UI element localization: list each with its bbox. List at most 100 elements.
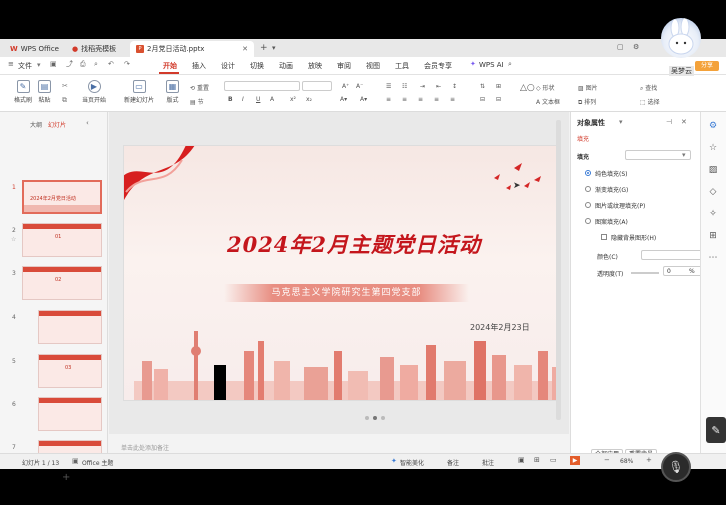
picture-icon[interactable]: ▨ bbox=[707, 164, 719, 176]
subscript-icon[interactable]: x₂ bbox=[306, 96, 312, 103]
align-left-icon[interactable]: ≡ bbox=[386, 96, 391, 103]
chevron-down-icon[interactable]: ▾ bbox=[272, 45, 276, 52]
menu-animation[interactable]: 动画 bbox=[279, 61, 293, 71]
slide-thumbnail-4[interactable] bbox=[38, 310, 102, 344]
font-size-combo[interactable] bbox=[302, 81, 332, 91]
export-icon[interactable]: ⤴ bbox=[66, 61, 73, 68]
tab-wps-office[interactable]: W WPS Office bbox=[4, 41, 65, 57]
textbox-button[interactable]: A 文本框 bbox=[536, 97, 560, 106]
shapes-gallery-icon[interactable]: △○ bbox=[520, 83, 535, 93]
grid-icon[interactable]: ⊞ bbox=[707, 230, 719, 242]
magic-icon[interactable]: ✧ bbox=[707, 208, 719, 220]
superscript-icon[interactable]: x² bbox=[290, 96, 296, 103]
highlight-icon[interactable]: A▾ bbox=[340, 96, 347, 103]
slideshow-icon[interactable]: ▶ bbox=[570, 456, 580, 465]
arrange-button[interactable]: ⧉ 排列 bbox=[578, 97, 596, 107]
new-slide-button[interactable]: ▭ 新建幻灯片 bbox=[124, 80, 154, 104]
section-button[interactable]: ▤ 节 bbox=[190, 97, 204, 106]
font-color-icon[interactable]: A bbox=[270, 96, 274, 103]
fill-tab[interactable]: 填充 bbox=[577, 134, 589, 143]
settings-icon[interactable]: ⚙ bbox=[633, 44, 639, 51]
columns-icon[interactable]: ⊟ bbox=[496, 96, 501, 103]
start-from-current-button[interactable]: ▶ 当页开始 bbox=[82, 80, 106, 104]
menu-review[interactable]: 审阅 bbox=[337, 61, 351, 71]
properties-icon[interactable]: ⚙ bbox=[707, 120, 719, 132]
text-direction-icon[interactable]: ⇅ bbox=[480, 83, 485, 90]
star-icon[interactable]: ☆ bbox=[707, 142, 719, 154]
hide-bg-checkbox[interactable] bbox=[601, 234, 607, 240]
chevron-down-icon[interactable]: ▾ bbox=[619, 119, 623, 126]
bold-icon[interactable]: B bbox=[228, 96, 233, 103]
underline-icon[interactable]: U bbox=[256, 96, 260, 103]
pager-dot[interactable] bbox=[373, 416, 377, 420]
menu-view[interactable]: 视图 bbox=[366, 61, 380, 71]
window-layout-icon[interactable]: ▢ bbox=[617, 44, 624, 51]
layout-button[interactable]: ▦ 版式 bbox=[166, 80, 179, 104]
justify-icon[interactable]: ≡ bbox=[434, 96, 439, 103]
comments-button[interactable]: 批注 bbox=[482, 458, 494, 467]
normal-view-icon[interactable]: ▣ bbox=[518, 457, 525, 464]
solid-fill-radio[interactable] bbox=[585, 170, 591, 176]
bullet-list-icon[interactable]: ☰ bbox=[386, 83, 391, 90]
chevron-down-icon[interactable]: ▾ bbox=[37, 62, 41, 69]
convert-smartart-icon[interactable]: ⊞ bbox=[496, 83, 501, 90]
indent-icon[interactable]: ⇥ bbox=[420, 83, 425, 90]
paste-button[interactable]: ▤ 粘贴 bbox=[38, 80, 51, 104]
line-spacing-icon[interactable]: ↕ bbox=[452, 83, 457, 90]
hamburger-icon[interactable]: ≡ bbox=[8, 61, 14, 68]
zoom-in-icon[interactable]: + bbox=[646, 457, 652, 464]
transparency-slider[interactable] bbox=[631, 272, 659, 274]
menu-member[interactable]: 会员专享 bbox=[424, 61, 452, 71]
copy-icon[interactable]: ⧉ bbox=[62, 97, 67, 104]
format-painter-button[interactable]: ✎ 格式刷 bbox=[14, 80, 32, 104]
outdent-icon[interactable]: ⇤ bbox=[436, 83, 441, 90]
add-slide-button[interactable]: + bbox=[62, 472, 70, 483]
align-center-icon[interactable]: ≡ bbox=[402, 96, 407, 103]
shrink-font-icon[interactable]: A⁻ bbox=[356, 83, 363, 90]
pattern-fill-radio[interactable] bbox=[585, 218, 591, 224]
current-slide[interactable]: 2024年2月主题党日活动 马克思主义学院研究生第四党支部 2024年2月23日 bbox=[123, 145, 560, 401]
menu-design[interactable]: 设计 bbox=[221, 61, 235, 71]
sorter-view-icon[interactable]: ⊞ bbox=[534, 457, 540, 464]
share-button[interactable]: 分享 bbox=[695, 61, 719, 71]
font-name-combo[interactable] bbox=[224, 81, 300, 91]
zoom-level[interactable]: 68% bbox=[620, 458, 633, 465]
close-tab-icon[interactable]: ✕ bbox=[242, 45, 248, 53]
menu-wps-ai[interactable]: WPS AI bbox=[479, 61, 504, 69]
smart-beautify-button[interactable]: 智能美化 bbox=[400, 458, 424, 467]
slide-subtitle-banner[interactable]: 马克思主义学院研究生第四党支部 bbox=[224, 284, 469, 302]
pager-dot[interactable] bbox=[365, 416, 369, 420]
slide-thumbnail-6[interactable] bbox=[38, 397, 102, 431]
preview-icon[interactable]: ⌕ bbox=[94, 61, 98, 68]
pen-tool-icon[interactable]: ✎ bbox=[706, 417, 726, 443]
slide-thumbnail-1[interactable]: 2024年2月党日活动 bbox=[22, 180, 102, 214]
redo-icon[interactable]: ↷ bbox=[124, 61, 130, 68]
undo-icon[interactable]: ↶ bbox=[108, 61, 114, 68]
microphone-icon[interactable]: 🎙 bbox=[661, 452, 691, 482]
color-picker-dropdown[interactable] bbox=[641, 250, 705, 260]
tab-slides[interactable]: 幻灯片 bbox=[48, 120, 66, 129]
slide-title[interactable]: 2024年2月主题党日活动 bbox=[164, 229, 544, 259]
zoom-out-icon[interactable]: − bbox=[604, 457, 610, 464]
pager-dot[interactable] bbox=[381, 416, 385, 420]
close-icon[interactable]: ✕ bbox=[681, 119, 687, 126]
reading-view-icon[interactable]: ▭ bbox=[550, 457, 557, 464]
menu-home[interactable]: 开始 bbox=[163, 61, 177, 71]
reset-button[interactable]: ⟲ 重置 bbox=[190, 83, 209, 92]
picture-fill-radio[interactable] bbox=[585, 202, 591, 208]
align-right-icon[interactable]: ≡ bbox=[418, 96, 423, 103]
shape-button[interactable]: ◇ 形状 bbox=[536, 83, 555, 92]
grow-font-icon[interactable]: A⁺ bbox=[342, 83, 349, 90]
tab-current-document[interactable]: P 2月党日活动.pptx ✕ bbox=[130, 41, 254, 57]
print-icon[interactable]: ⎙ bbox=[80, 61, 86, 68]
menu-slideshow[interactable]: 放映 bbox=[308, 61, 322, 71]
gradient-fill-radio[interactable] bbox=[585, 186, 591, 192]
align-text-icon[interactable]: ⊟ bbox=[480, 96, 485, 103]
pin-icon[interactable]: ⊣ bbox=[666, 119, 672, 126]
save-icon[interactable]: ▣ bbox=[50, 61, 57, 68]
collapse-panel-icon[interactable]: ‹ bbox=[86, 120, 89, 127]
shape-icon[interactable]: ◇ bbox=[707, 186, 719, 198]
menu-file[interactable]: 文件 bbox=[18, 61, 32, 71]
user-avatar[interactable] bbox=[661, 18, 701, 58]
notes-button[interactable]: 备注 bbox=[447, 458, 459, 467]
